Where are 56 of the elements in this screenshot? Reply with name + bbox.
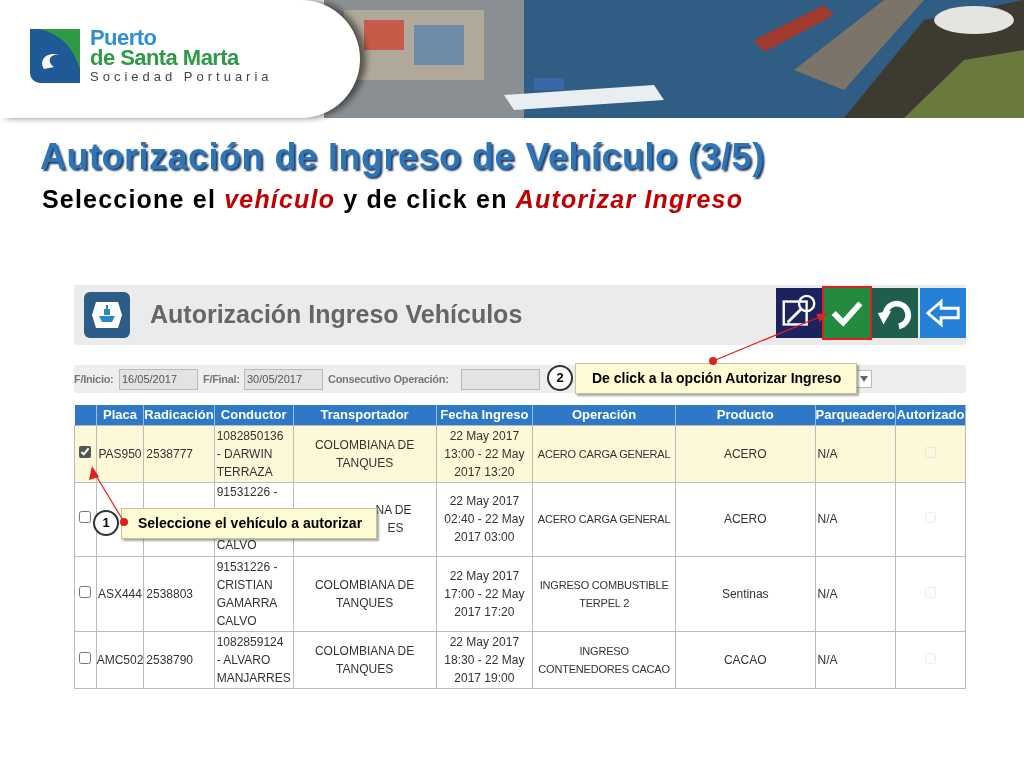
table-cell: ACERO CARGA GENERAL	[532, 425, 676, 482]
callout-tooltip: Seleccione el vehículo a autorizar	[121, 508, 377, 539]
ship-icon	[84, 292, 130, 338]
table-cell: 2538790	[143, 631, 215, 688]
table-cell: INGRESO COMBUSTIBLE TERPEL 2	[532, 556, 676, 631]
table-cell: N/A	[815, 425, 896, 482]
back-button[interactable]	[920, 288, 966, 338]
table-cell: ASX444	[96, 556, 144, 631]
logo-text: Puerto	[90, 28, 158, 48]
table-cell-text: CALVO	[216, 537, 258, 554]
table-cell: 1082850136 - DARWIN TERRAZA	[214, 425, 294, 482]
table-cell: N/A	[815, 556, 896, 631]
date-field[interactable]: 16/05/2017	[119, 368, 198, 390]
table-cell: PAS950	[96, 425, 144, 482]
logo-text: de Santa Marta	[90, 48, 241, 68]
callout-tooltip: De click a la opción Autorizar Ingreso	[575, 363, 857, 394]
app-title: Autorización Ingreso Vehículos	[150, 299, 523, 331]
table-cell: 1082859124 - ALVARO MANJARRES	[214, 631, 294, 688]
dropdown-caret-icon	[860, 376, 868, 382]
date-field[interactable]: 30/05/2017	[244, 368, 323, 390]
slide-subtitle: Seleccione el vehículo y de click en Autorizar Ingreso	[42, 184, 744, 214]
leader-line	[89, 466, 128, 526]
table-cell: 91531226 - CRISTIAN GAMARRA CALVO	[214, 556, 294, 631]
table-cell: ACERO	[675, 425, 816, 482]
table-cell: 22 May 2017 17:00 - 22 May 2017 17:20	[436, 556, 533, 631]
filter-label: F/Final:	[203, 371, 241, 387]
table-cell: ACERO	[675, 482, 816, 556]
table-cell: 2538777	[143, 425, 215, 482]
table-cell: Sentinas	[675, 556, 816, 631]
table-cell: ACERO CARGA GENERAL	[532, 482, 676, 556]
input-field[interactable]	[461, 368, 540, 390]
filter-label: F/Inicio:	[74, 371, 115, 387]
table-cell-text: ES	[387, 520, 404, 537]
table-cell: N/A	[815, 482, 896, 556]
table-cell-text: 91531226 -	[216, 484, 279, 501]
table-cell: COLOMBIANA DE TANQUES	[293, 425, 437, 482]
filter-label: Consecutivo Operación:	[328, 371, 450, 387]
row-checkbox[interactable]	[79, 651, 92, 664]
undo-button[interactable]	[872, 288, 918, 338]
table-cell: 22 May 2017 02:40 - 22 May 2017 03:00	[436, 482, 533, 556]
row-checkbox[interactable]	[79, 511, 92, 523]
table-cell: 2538803	[143, 556, 215, 631]
table-cell: AMC502	[96, 631, 144, 688]
logo-tagline: Sociedad Portuaria	[90, 70, 273, 83]
table-cell: N/A	[815, 631, 896, 688]
table-cell: 22 May 2017 18:30 - 22 May 2017 19:00	[436, 631, 533, 688]
table-cell: INGRESO CONTENEDORES CACAO	[532, 631, 676, 688]
authorize-button[interactable]	[824, 288, 870, 338]
search-edit-button[interactable]	[776, 288, 822, 338]
table-cell: 22 May 2017 13:00 - 22 May 2017 13:20	[436, 425, 533, 482]
row-checkbox[interactable]	[79, 445, 92, 458]
table-cell: COLOMBIANA DE TANQUES	[293, 631, 437, 688]
table-cell: COLOMBIANA DE TANQUES	[293, 556, 437, 631]
row-checkbox[interactable]	[79, 585, 92, 598]
table-cell: CACAO	[675, 631, 816, 688]
slide-title: Autorización de Ingreso de Vehículo (3/5)	[40, 136, 765, 178]
